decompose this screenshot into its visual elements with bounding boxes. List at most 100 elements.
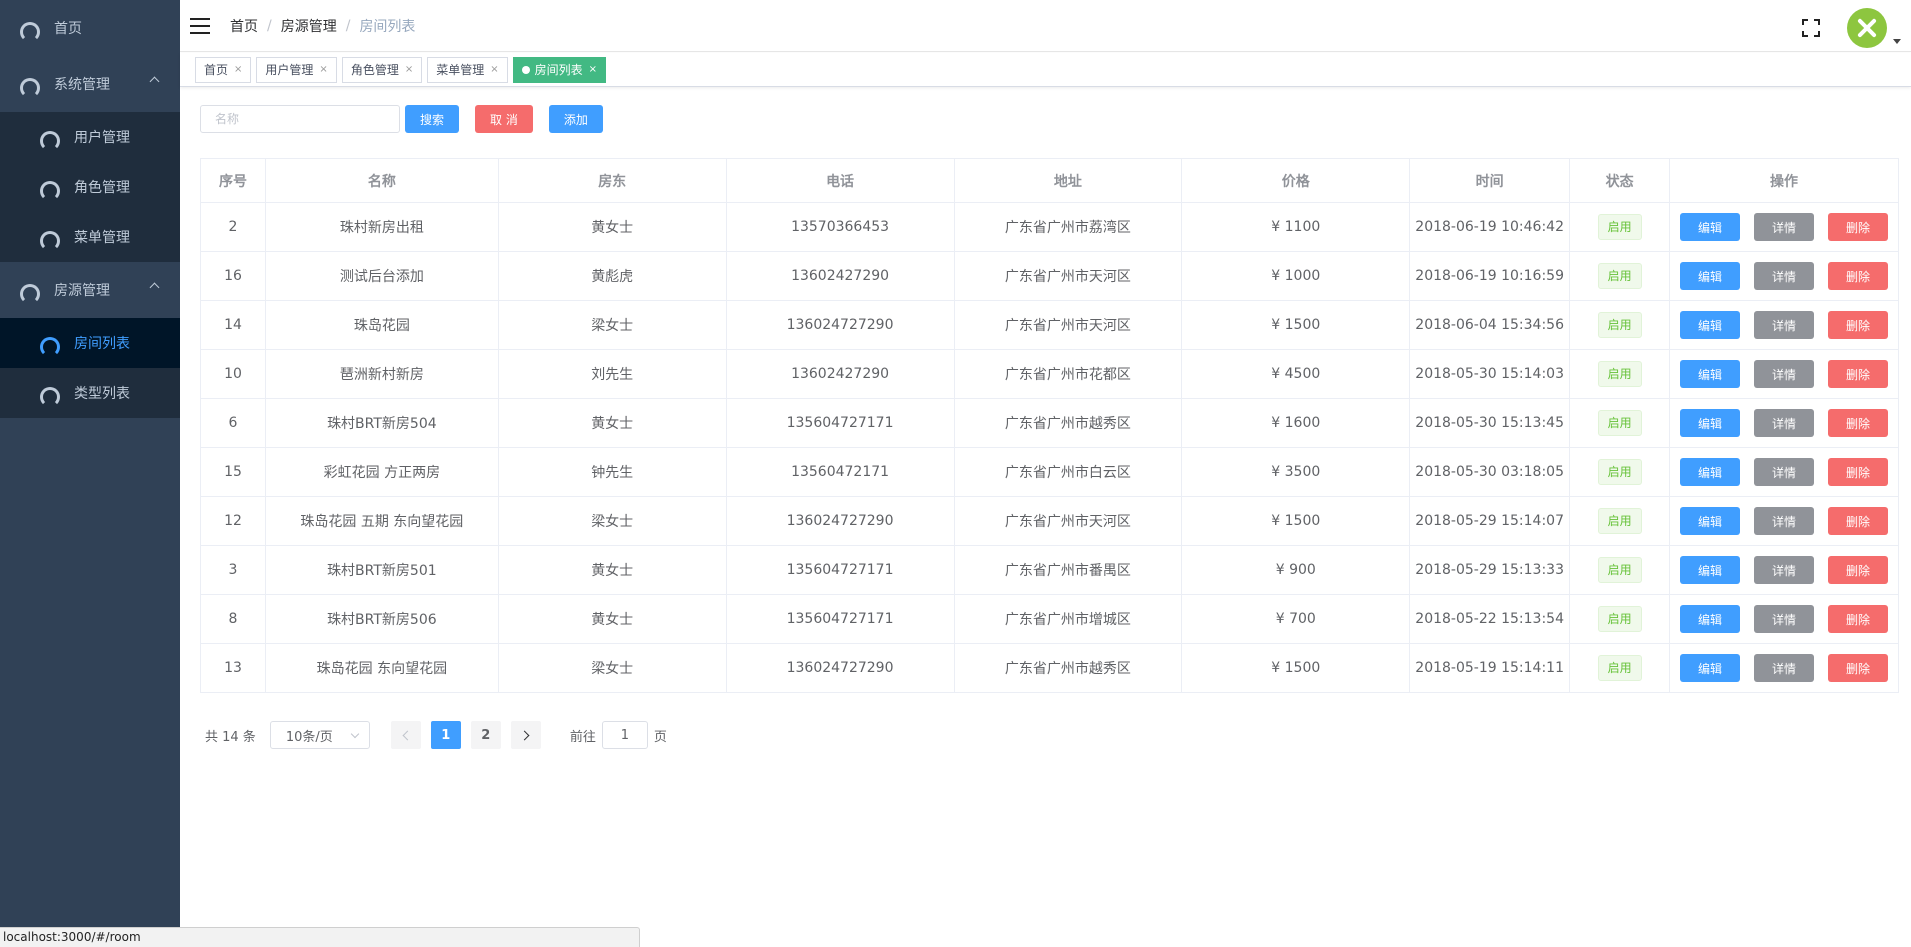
table-header-col-actions: 操作 [1669, 158, 1899, 203]
active-dot-icon [521, 65, 530, 74]
cell-actions: 编辑 详情 删除 [1669, 643, 1899, 693]
chevron-left-icon [402, 730, 413, 740]
fullscreen-icon[interactable] [1801, 18, 1821, 38]
tag-home[interactable]: 首页 × [195, 56, 252, 83]
cell-landlord: 刘先生 [498, 349, 727, 399]
delete-button[interactable]: 删除 [1828, 507, 1889, 535]
cell-price: ¥ 1000 [1181, 251, 1411, 301]
delete-button[interactable]: 删除 [1828, 311, 1889, 339]
tag-roles[interactable]: 角色管理 × [341, 56, 423, 83]
detail-button[interactable]: 详情 [1754, 654, 1815, 682]
cell-status: 启用 [1569, 398, 1671, 448]
delete-button[interactable]: 删除 [1828, 360, 1889, 388]
sidebar-item-roles[interactable]: 角色管理 [0, 162, 180, 212]
sidebar-item-housing[interactable]: 房源管理 [0, 262, 180, 318]
close-icon[interactable]: × [405, 64, 413, 75]
hamburger-icon[interactable] [190, 17, 210, 34]
delete-button[interactable]: 删除 [1828, 605, 1889, 633]
detail-button[interactable]: 详情 [1754, 213, 1815, 241]
edit-button[interactable]: 编辑 [1680, 213, 1741, 241]
cell-actions: 编辑 详情 删除 [1669, 594, 1899, 644]
detail-button[interactable]: 详情 [1754, 605, 1815, 633]
cell-index: 13 [200, 643, 266, 693]
cell-price: ¥ 1100 [1181, 202, 1411, 252]
edit-button[interactable]: 编辑 [1680, 311, 1741, 339]
close-icon[interactable]: × [589, 64, 597, 75]
sidebar-item-system[interactable]: 系统管理 [0, 56, 180, 112]
table-row: 6 珠村BRT新房504 黄女士 135604727171 广东省广州市越秀区 ¥ 160… [200, 398, 1899, 448]
cell-name: 彩虹花园 方正两房 [265, 447, 499, 497]
cell-status: 启用 [1569, 496, 1671, 546]
dashboard-icon [40, 387, 60, 407]
add-button[interactable]: 添加 [548, 105, 603, 133]
detail-button[interactable]: 详情 [1754, 360, 1815, 388]
delete-button[interactable]: 删除 [1828, 262, 1889, 290]
sidebar-item-menus[interactable]: 菜单管理 [0, 212, 180, 262]
edit-button[interactable]: 编辑 [1680, 654, 1741, 682]
goto-page-input[interactable] [601, 721, 648, 749]
chevron-down-icon [350, 729, 360, 739]
table-row: 14 珠岛花园 梁女士 136024727290 广东省广州市天河区 ¥ 1500 2018… [200, 300, 1899, 350]
cell-landlord: 黄女士 [498, 594, 727, 644]
cell-phone: 135604727171 [726, 594, 955, 644]
sidebar-item-rooms[interactable]: 房间列表 [0, 318, 180, 368]
prev-page-button[interactable] [390, 721, 421, 749]
edit-button[interactable]: 编辑 [1680, 507, 1741, 535]
tag-users[interactable]: 用户管理 × [256, 56, 337, 83]
close-icon[interactable]: × [319, 64, 327, 75]
delete-button[interactable]: 删除 [1828, 213, 1889, 241]
page-button-1[interactable]: 1 [430, 721, 461, 749]
chevron-up-icon [149, 282, 160, 293]
cell-status: 启用 [1569, 251, 1671, 301]
next-page-button[interactable] [510, 721, 541, 749]
cell-name: 珠岛花园 五期 东向望花园 [265, 496, 499, 546]
sidebar-item-users[interactable]: 用户管理 [0, 112, 180, 162]
sidebar-item-types[interactable]: 类型列表 [0, 368, 180, 418]
status-badge: 启用 [1597, 606, 1642, 632]
cell-index: 14 [200, 300, 266, 350]
tag-menus[interactable]: 菜单管理 × [427, 56, 508, 83]
delete-button[interactable]: 删除 [1828, 409, 1889, 437]
page-button-2[interactable]: 2 [470, 721, 501, 749]
edit-button[interactable]: 编辑 [1680, 360, 1741, 388]
edit-button[interactable]: 编辑 [1680, 409, 1741, 437]
edit-button[interactable]: 编辑 [1680, 458, 1741, 486]
sidebar-item-home[interactable]: 首页 [0, 0, 180, 56]
detail-button[interactable]: 详情 [1754, 311, 1815, 339]
detail-button[interactable]: 详情 [1754, 262, 1815, 290]
avatar[interactable] [1847, 8, 1887, 48]
pagination: 共 14 条 10条/页 1 2 前往 页 [200, 721, 1901, 749]
cancel-button[interactable]: 取 消 [475, 105, 533, 133]
detail-button[interactable]: 详情 [1754, 458, 1815, 486]
tag-rooms[interactable]: 房间列表 × [512, 56, 607, 83]
close-icon[interactable]: × [490, 64, 498, 75]
cell-status: 启用 [1569, 300, 1671, 350]
detail-button[interactable]: 详情 [1754, 409, 1815, 437]
status-badge: 启用 [1597, 508, 1642, 534]
caret-down-icon[interactable] [1893, 38, 1901, 44]
delete-button[interactable]: 删除 [1828, 556, 1889, 584]
edit-button[interactable]: 编辑 [1680, 605, 1741, 633]
search-button[interactable]: 搜索 [405, 105, 460, 133]
detail-button[interactable]: 详情 [1754, 507, 1815, 535]
table-header-col-price: 价格 [1181, 158, 1411, 203]
page-jumper: 前往 页 [570, 721, 667, 749]
name-search-input[interactable] [200, 105, 400, 133]
edit-button[interactable]: 编辑 [1680, 556, 1741, 584]
breadcrumb-housing[interactable]: 房源管理 [281, 16, 337, 36]
edit-button[interactable]: 编辑 [1680, 262, 1741, 290]
cell-status: 启用 [1569, 447, 1671, 497]
status-badge: 启用 [1597, 312, 1642, 338]
page-size-select[interactable]: 10条/页 [269, 721, 370, 749]
table-row: 8 珠村BRT新房506 黄女士 135604727171 广东省广州市增城区 ¥ 700… [200, 594, 1899, 644]
tag-label: 菜单管理 [436, 63, 485, 77]
sidebar-item-label: 角色管理 [74, 180, 130, 196]
cell-price: ¥ 4500 [1181, 349, 1411, 399]
breadcrumb-home[interactable]: 首页 [230, 16, 258, 36]
delete-button[interactable]: 删除 [1828, 458, 1889, 486]
detail-button[interactable]: 详情 [1754, 556, 1815, 584]
table-header-col-index: 序号 [200, 158, 266, 203]
delete-button[interactable]: 删除 [1828, 654, 1889, 682]
cell-time: 2018-05-29 15:14:07 [1409, 496, 1571, 546]
close-icon[interactable]: × [234, 64, 242, 75]
